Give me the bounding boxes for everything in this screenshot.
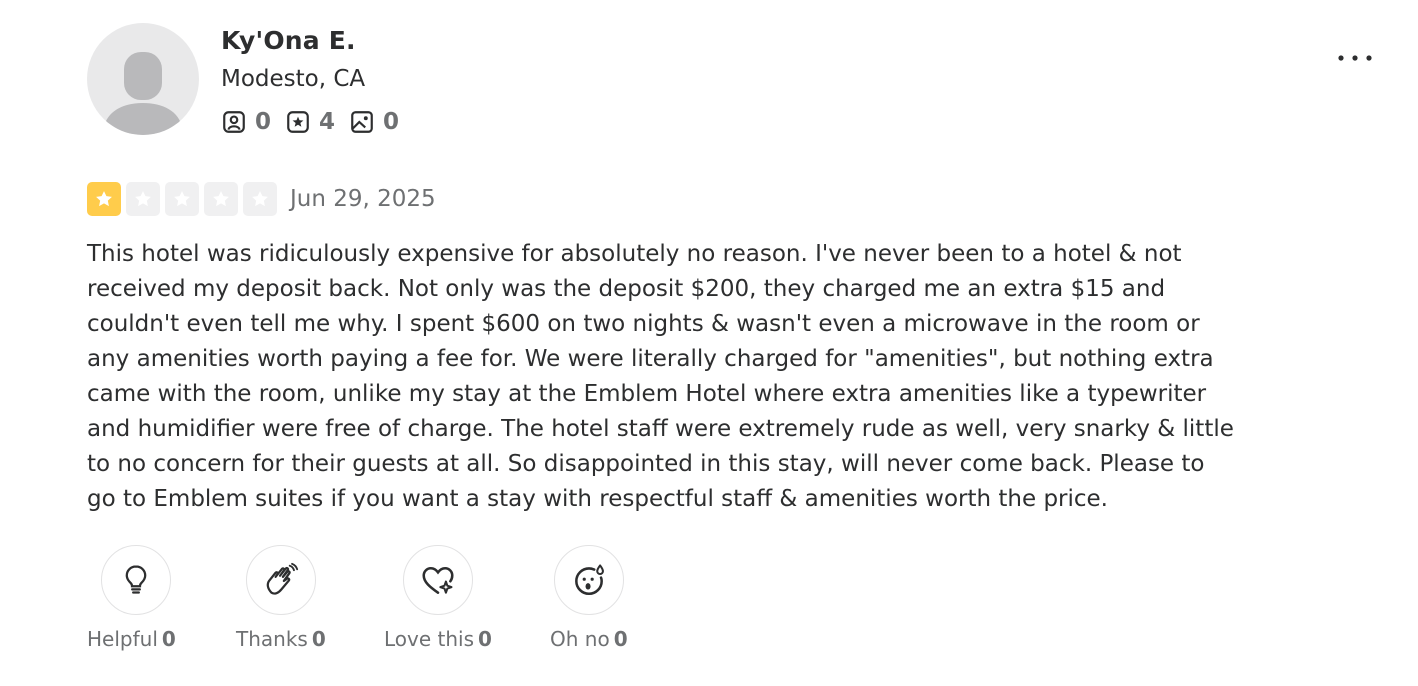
love-this-reaction-circle[interactable]: [402, 545, 473, 615]
thanks-reaction-button[interactable]: Thanks 0: [236, 545, 326, 651]
thanks-reaction-circle[interactable]: [245, 545, 316, 615]
friends-icon: [223, 111, 245, 133]
photos-count: 0: [383, 109, 400, 135]
love-this-label: Love this 0: [384, 627, 492, 651]
love-this-count: 0: [478, 627, 492, 651]
rating-row: Jun 29, 2025: [87, 181, 436, 217]
helpful-label: Helpful 0: [87, 627, 176, 651]
more-options-button[interactable]: [1333, 44, 1377, 72]
star-icon: [252, 191, 268, 207]
more-horizontal-icon: [1338, 55, 1372, 61]
thanks-label: Thanks 0: [236, 627, 326, 651]
avatar[interactable]: [87, 23, 199, 135]
oh-no-text: Oh no: [550, 627, 610, 651]
reviews-count: 4: [319, 109, 336, 135]
oh-no-reaction-button[interactable]: Oh no 0: [550, 545, 628, 651]
oh-no-reaction-circle[interactable]: [553, 545, 624, 615]
star-filled: [87, 182, 121, 216]
review-date: Jun 29, 2025: [290, 186, 436, 212]
friends-stat: 0: [221, 109, 271, 135]
user-name[interactable]: Ky'Ona E.: [221, 26, 356, 55]
oh-no-label: Oh no 0: [550, 627, 628, 651]
helpful-reaction-button[interactable]: Helpful 0: [87, 545, 176, 651]
friends-count: 0: [255, 109, 272, 135]
star-empty: [243, 182, 277, 216]
reviews-stat: 4: [285, 109, 335, 135]
photos-stat: 0: [349, 109, 399, 135]
waving-hands-icon: [266, 562, 298, 595]
love-this-text: Love this: [384, 627, 475, 651]
star-icon: [96, 191, 112, 207]
star-empty: [204, 182, 238, 216]
thanks-count: 0: [311, 627, 326, 651]
photo-icon: [351, 111, 373, 133]
star-rating: [87, 182, 282, 216]
lightbulb-icon: [126, 565, 147, 594]
love-this-reaction-button[interactable]: Love this 0: [384, 545, 492, 651]
star-icon: [174, 191, 190, 207]
thanks-text: Thanks: [236, 627, 308, 651]
star-empty: [126, 182, 160, 216]
oh-no-count: 0: [613, 627, 628, 651]
surprised-face-icon: [574, 564, 604, 596]
helpful-reaction-circle[interactable]: [101, 545, 172, 615]
default-user-icon: [103, 52, 183, 135]
helpful-count: 0: [161, 627, 176, 651]
star-empty: [165, 182, 199, 216]
star-icon: [135, 191, 151, 207]
user-location: Modesto, CA: [221, 66, 366, 92]
heart-sparkle-icon: [422, 567, 454, 594]
review-star-icon: [287, 111, 309, 133]
review-text: This hotel was ridiculously expensive fo…: [87, 241, 1234, 512]
user-stats: 0 4 0: [221, 108, 413, 136]
star-icon: [213, 191, 229, 207]
helpful-text: Helpful: [87, 627, 158, 651]
